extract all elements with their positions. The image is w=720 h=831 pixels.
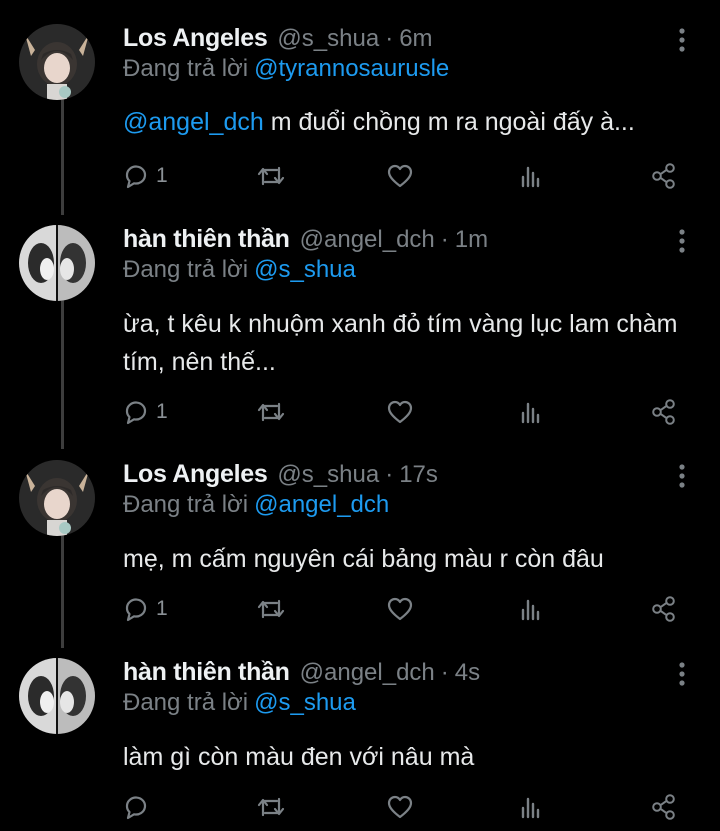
replying-to: Đang trả lời @angel_dch (123, 491, 389, 519)
like-button[interactable] (386, 792, 414, 822)
retweet-button[interactable] (255, 792, 287, 822)
more-vertical-icon[interactable] (671, 462, 693, 490)
handle[interactable]: @angel_dch (300, 659, 435, 687)
retweet-icon (255, 595, 287, 623)
thread-line (61, 297, 64, 449)
replying-to-label: Đang trả lời (123, 689, 249, 716)
replying-to: Đang trả lời @s_shua (123, 256, 356, 284)
separator-dot: · (385, 25, 394, 52)
display-name[interactable]: Los Angeles (123, 460, 268, 489)
views-button[interactable] (518, 397, 544, 427)
share-button[interactable] (650, 161, 678, 191)
handle[interactable]: @angel_dch (300, 226, 435, 254)
avatar[interactable] (19, 460, 95, 536)
more-vertical-icon[interactable] (671, 227, 693, 255)
share-button[interactable] (650, 594, 678, 624)
reply-icon (122, 398, 150, 426)
like-button[interactable] (386, 397, 414, 427)
share-button[interactable] (650, 397, 678, 427)
reply-button[interactable] (122, 792, 156, 822)
thread-line (61, 532, 64, 648)
retweet-icon (255, 398, 287, 426)
body-mention[interactable]: @angel_dch (123, 108, 264, 136)
reply-button[interactable]: 1 (122, 161, 168, 191)
analytics-icon (518, 398, 544, 426)
retweet-button[interactable] (255, 161, 287, 191)
like-button[interactable] (386, 161, 414, 191)
reply-count: 1 (156, 597, 168, 620)
replying-to: Đang trả lời @s_shua (123, 689, 356, 717)
share-icon (650, 162, 678, 190)
retweet-button[interactable] (255, 594, 287, 624)
body-content: mẹ, m cấm nguyên cái bảng màu r còn đâu (123, 545, 604, 573)
retweet-icon (255, 793, 287, 821)
replying-to-mention[interactable]: @tyrannosaurusle (254, 55, 449, 82)
heart-icon (386, 595, 414, 623)
tweet-text: @angel_dch m đuổi chồng m ra ngoài đấy à… (123, 103, 683, 141)
analytics-icon (518, 793, 544, 821)
tweet-text: làm gì còn màu đen với nâu mà (123, 738, 683, 776)
heart-icon (386, 162, 414, 190)
timestamp[interactable]: 6m (399, 25, 432, 53)
separator-dot: · (440, 659, 449, 686)
action-bar: 1 (122, 594, 692, 624)
share-icon (650, 595, 678, 623)
reply-button[interactable]: 1 (122, 397, 168, 427)
reply-icon (122, 162, 150, 190)
replying-to-label: Đang trả lời (123, 55, 249, 82)
avatar[interactable] (19, 225, 95, 301)
reply-icon (122, 595, 150, 623)
reply-button[interactable]: 1 (122, 594, 168, 624)
timestamp[interactable]: 1m (455, 226, 488, 254)
share-icon (650, 398, 678, 426)
display-name[interactable]: Los Angeles (123, 24, 268, 53)
views-button[interactable] (518, 594, 544, 624)
body-content: ừa, t kêu k nhuộm xanh đỏ tím vàng lục l… (123, 310, 678, 376)
reply-icon (122, 793, 150, 821)
handle[interactable]: @s_shua (277, 25, 379, 53)
action-bar: 1 (122, 397, 692, 427)
replying-to-label: Đang trả lời (123, 491, 249, 518)
action-bar: 1 (122, 161, 692, 191)
replying-to: Đang trả lời @tyrannosaurusle (123, 55, 449, 83)
reply-count: 1 (156, 164, 168, 187)
handle[interactable]: @s_shua (277, 461, 379, 489)
share-icon (650, 793, 678, 821)
retweet-icon (255, 162, 287, 190)
display-name[interactable]: hàn thiên thần (123, 225, 290, 254)
heart-icon (386, 793, 414, 821)
separator-dot: · (385, 461, 394, 488)
action-bar (122, 792, 692, 822)
avatar[interactable] (19, 658, 95, 734)
body-content: làm gì còn màu đen với nâu mà (123, 743, 475, 771)
reply-count: 1 (156, 400, 168, 423)
tweet-text: mẹ, m cấm nguyên cái bảng màu r còn đâu (123, 540, 683, 578)
thread-line (61, 98, 64, 215)
replying-to-mention[interactable]: @s_shua (254, 689, 356, 716)
timestamp[interactable]: 17s (399, 461, 438, 489)
analytics-icon (518, 162, 544, 190)
timestamp[interactable]: 4s (455, 659, 480, 687)
replying-to-mention[interactable]: @angel_dch (254, 491, 389, 518)
avatar[interactable] (19, 24, 95, 100)
more-vertical-icon[interactable] (671, 660, 693, 688)
tweet-text: ừa, t kêu k nhuộm xanh đỏ tím vàng lục l… (123, 305, 683, 381)
retweet-button[interactable] (255, 397, 287, 427)
share-button[interactable] (650, 792, 678, 822)
display-name[interactable]: hàn thiên thần (123, 658, 290, 687)
views-button[interactable] (518, 161, 544, 191)
replying-to-label: Đang trả lời (123, 256, 249, 283)
views-button[interactable] (518, 792, 544, 822)
analytics-icon (518, 595, 544, 623)
like-button[interactable] (386, 594, 414, 624)
heart-icon (386, 398, 414, 426)
separator-dot: · (440, 226, 449, 253)
more-vertical-icon[interactable] (671, 26, 693, 54)
body-content: m đuổi chồng m ra ngoài đấy à... (263, 108, 635, 136)
replying-to-mention[interactable]: @s_shua (254, 256, 356, 283)
